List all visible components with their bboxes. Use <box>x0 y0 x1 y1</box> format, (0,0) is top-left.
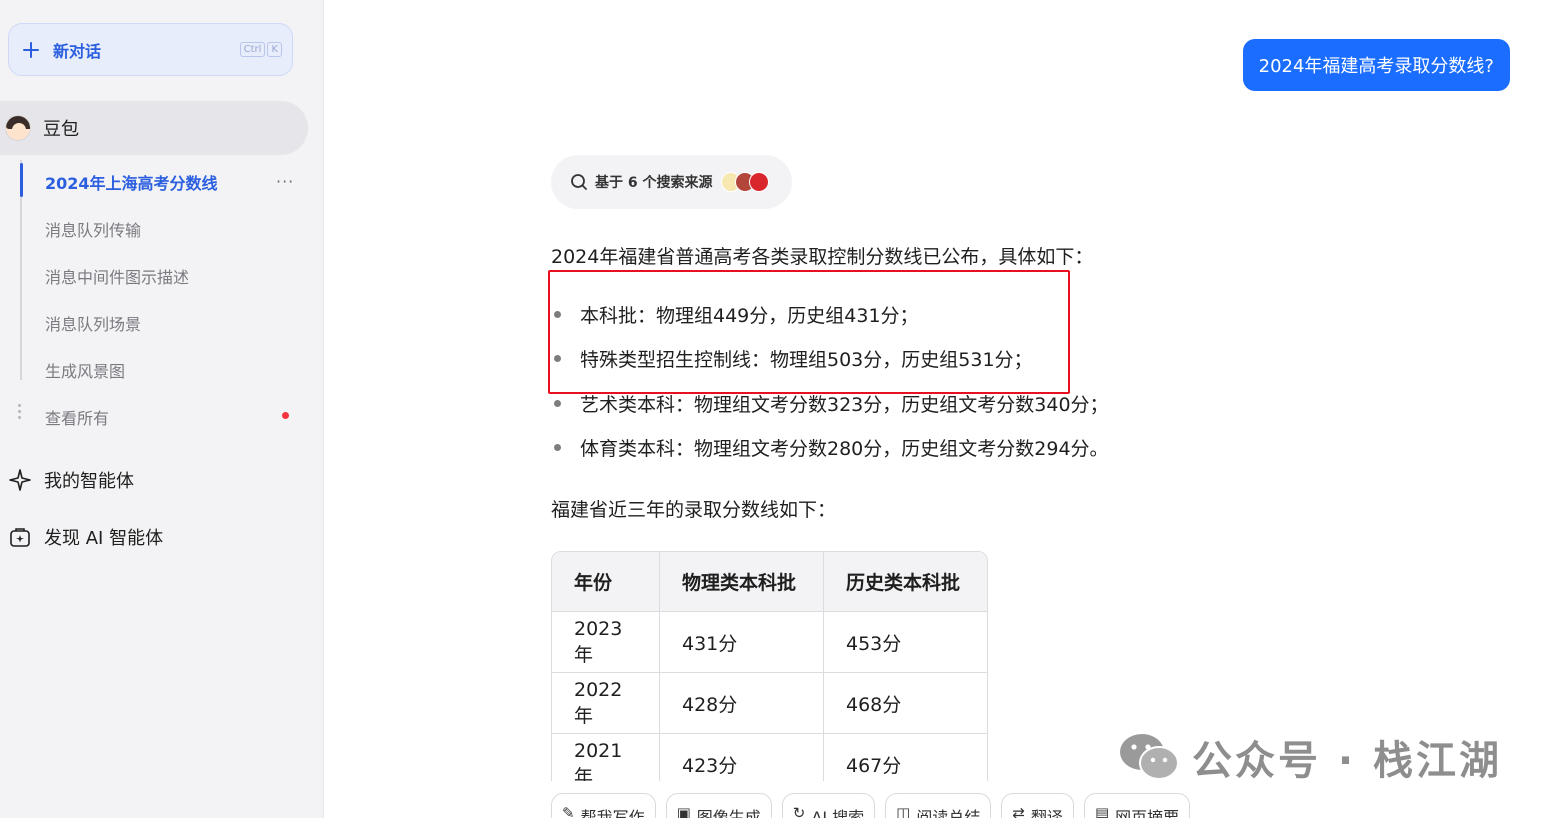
table-cell: 431分 <box>660 612 824 673</box>
skill-chip-image[interactable]: ▣ 图像生成 <box>665 793 772 818</box>
skill-chip-webpage[interactable]: ▤ 网页摘要 <box>1083 793 1191 818</box>
table-cell: 2022年 <box>552 673 660 734</box>
skill-chip-translate[interactable]: ⇄ 翻译 <box>1001 793 1074 818</box>
watermark: 公众号 · 栈江湖 <box>1118 728 1502 786</box>
skill-chip-writing[interactable]: ✎ 帮我写作 <box>551 793 656 818</box>
table-cell: 428分 <box>660 673 824 734</box>
bullet-icon <box>554 444 561 451</box>
list-item-text: 艺术类本科：物理组文考分数323分，历史组文考分数340分； <box>580 394 1109 416</box>
history-item[interactable]: 生成风景图 <box>45 358 125 382</box>
table-row: 2022年 428分 468分 <box>552 673 987 734</box>
table-intro: 福建省近三年的录取分数线如下： <box>551 499 837 521</box>
sparkle-icon <box>9 469 31 491</box>
chat-main: 2024年福建高考录取分数线? 基于 6 个搜索来源 2024年福建省普通高考各… <box>324 0 1548 818</box>
avatar <box>5 115 31 141</box>
chip-label: 帮我写作 <box>580 808 645 818</box>
history-item-active[interactable]: 2024年上海高考分数线 <box>45 170 218 194</box>
table-cell: 468分 <box>824 673 987 734</box>
nav-my-agents[interactable]: 我的智能体 <box>8 467 134 493</box>
nav-discover-agents[interactable]: 发现 AI 智能体 <box>8 524 163 550</box>
notification-dot <box>282 412 289 419</box>
table-cell: 2021年 <box>552 734 660 781</box>
discover-agent-icon <box>10 528 30 547</box>
pen-icon: ✎ <box>562 804 575 818</box>
chip-label: 翻译 <box>1030 808 1063 818</box>
active-indicator <box>20 163 23 197</box>
table-cell: 423分 <box>660 734 824 781</box>
table-header-row: 年份 物理类本科批 历史类本科批 <box>552 552 987 612</box>
table-cell: 453分 <box>824 612 987 673</box>
skill-chip-search[interactable]: ↻ AI 搜索 <box>781 793 876 818</box>
table-row: 2021年 423分 467分 <box>552 734 987 781</box>
history-item[interactable]: 消息队列传输 <box>45 217 141 241</box>
table-header: 历史类本科批 <box>824 552 987 612</box>
score-table: 年份 物理类本科批 历史类本科批 2023年 431分 453分 2022年 4… <box>551 551 988 781</box>
chip-label: AI 搜索 <box>811 808 865 818</box>
shortcut-key-ctrl: Ctrl <box>239 42 266 57</box>
more-options-icon[interactable]: ··· <box>276 172 294 191</box>
shortcut-key-k: K <box>267 42 282 57</box>
bullet-icon <box>554 400 561 407</box>
history-item[interactable]: 消息中间件图示描述 <box>45 264 189 288</box>
skill-toolbar: ✎ 帮我写作 ▣ 图像生成 ↻ AI 搜索 ◫ 阅读总结 ⇄ 翻译 ▤ 网页摘要 <box>551 793 1191 818</box>
list-item: 艺术类本科：物理组文考分数323分，历史组文考分数340分； <box>551 390 1109 417</box>
bot-name: 豆包 <box>43 119 79 140</box>
sidebar: 新对话 Ctrl K 豆包 2024年上海高考分数线 ··· 消息队列传输 消息… <box>0 0 324 818</box>
search-sources-pill[interactable]: 基于 6 个搜索来源 <box>551 155 792 209</box>
nav-label: 发现 AI 智能体 <box>44 528 164 549</box>
wechat-icon <box>1120 734 1179 780</box>
table-row: 2023年 431分 453分 <box>552 612 987 673</box>
bot-doubao-item[interactable]: 豆包 <box>0 101 308 155</box>
table-cell: 467分 <box>824 734 987 781</box>
shortcut-hint: Ctrl K <box>239 42 282 57</box>
chip-label: 阅读总结 <box>916 808 981 818</box>
source-favicons <box>720 172 769 192</box>
watermark-text: 公众号 · 栈江湖 <box>1192 738 1503 784</box>
chip-label: 网页摘要 <box>1115 808 1180 818</box>
reading-icon: ◫ <box>896 804 911 818</box>
app-window: 新对话 Ctrl K 豆包 2024年上海高考分数线 ··· 消息队列传输 消息… <box>0 0 1548 818</box>
table-header: 年份 <box>552 552 660 612</box>
vertical-dots-icon <box>18 404 21 422</box>
chip-label: 图像生成 <box>696 808 761 818</box>
search-refresh-icon <box>571 174 587 190</box>
source-favicon-icon <box>748 172 769 192</box>
new-chat-button[interactable]: 新对话 Ctrl K <box>8 23 293 76</box>
table-cell: 2023年 <box>552 612 660 673</box>
list-item-text: 体育类本科：物理组文考分数280分，历史组文考分数294分。 <box>580 438 1109 460</box>
history-item[interactable]: 消息队列场景 <box>45 311 141 335</box>
table-header: 物理类本科批 <box>660 552 824 612</box>
list-item: 体育类本科：物理组文考分数280分，历史组文考分数294分。 <box>551 434 1109 461</box>
skill-chip-reading[interactable]: ◫ 阅读总结 <box>885 793 992 818</box>
translate-icon: ⇄ <box>1012 804 1025 818</box>
search-icon: ↻ <box>792 804 806 818</box>
new-chat-label: 新对话 <box>53 41 102 61</box>
answer-intro: 2024年福建省普通高考各类录取控制分数线已公布，具体如下： <box>551 246 1094 268</box>
user-message-bubble: 2024年福建高考录取分数线? <box>1242 39 1510 91</box>
image-icon: ▣ <box>676 804 691 818</box>
red-highlight-box <box>548 270 1070 394</box>
webpage-icon: ▤ <box>1094 804 1110 818</box>
nav-label: 我的智能体 <box>44 471 134 492</box>
view-all-link[interactable]: 查看所有 <box>45 405 109 429</box>
sources-label: 基于 6 个搜索来源 <box>595 175 713 191</box>
plus-icon <box>23 41 39 58</box>
